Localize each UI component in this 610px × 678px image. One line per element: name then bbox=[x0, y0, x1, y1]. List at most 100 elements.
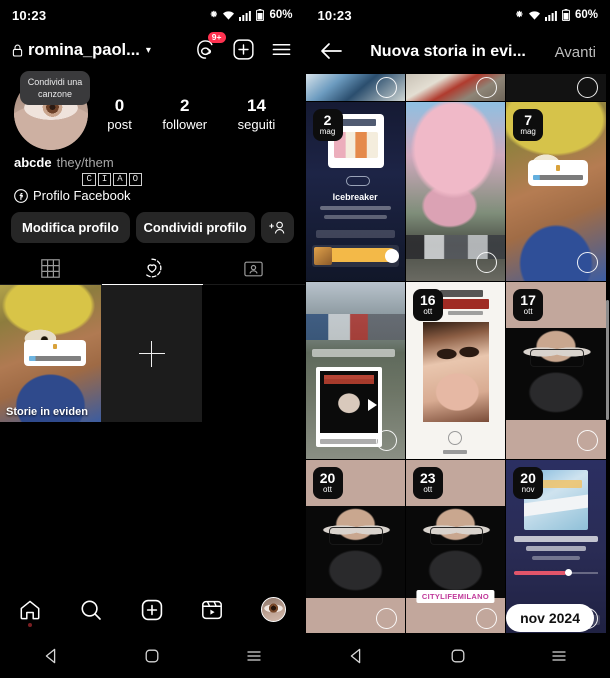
threads-icon[interactable]: 9+ bbox=[195, 32, 226, 61]
select-circle[interactable] bbox=[476, 77, 498, 98]
sysnav-back-icon[interactable] bbox=[347, 647, 365, 665]
sidebar-item-grid-tab[interactable] bbox=[0, 252, 102, 284]
stat-followers[interactable]: 2 follower bbox=[162, 96, 207, 133]
select-circle[interactable] bbox=[375, 608, 397, 629]
status-bar-left: 10:23 ⁕ 60% bbox=[0, 0, 305, 30]
nav-reels-icon[interactable] bbox=[200, 598, 224, 622]
sysnav-recents-icon[interactable] bbox=[245, 647, 263, 665]
bio-ciao-letters: C I A O bbox=[14, 173, 291, 186]
story-date-badge: 23 ott bbox=[412, 467, 443, 499]
profile-tabs bbox=[0, 252, 305, 285]
dual-screenshot: 10:23 ⁕ 60% romina_paol... ▾ 9+ Condivid… bbox=[0, 0, 610, 678]
threads-badge: 9+ bbox=[207, 32, 226, 43]
avatar-container[interactable]: Condividi una canzone bbox=[14, 71, 92, 150]
story-tile[interactable] bbox=[405, 102, 507, 282]
stat-label: follower bbox=[162, 117, 208, 132]
facebook-label: Profilo Facebook bbox=[33, 188, 131, 203]
select-circle[interactable] bbox=[375, 430, 397, 451]
story-tile[interactable]: 20 ott bbox=[305, 460, 406, 638]
sysnav-home-icon[interactable] bbox=[449, 647, 467, 665]
ciao-letter: A bbox=[113, 173, 127, 186]
cellular-signal-icon bbox=[544, 10, 558, 21]
android-system-nav-right bbox=[305, 633, 610, 678]
battery-percent: 60% bbox=[269, 9, 293, 21]
lock-icon bbox=[12, 44, 23, 57]
status-icons: ⁕ 60% bbox=[515, 9, 598, 21]
story-date-badge: 7 mag bbox=[513, 109, 544, 141]
story-tile[interactable]: 16 ott bbox=[405, 282, 507, 460]
sysnav-home-icon[interactable] bbox=[143, 647, 161, 665]
badge-month: ott bbox=[523, 307, 533, 316]
stat-posts[interactable]: 0 post bbox=[107, 96, 132, 133]
profile-summary: Condividi una canzone 0 post 2 follower … bbox=[0, 70, 305, 150]
select-circle[interactable] bbox=[476, 252, 498, 273]
sysnav-back-icon[interactable] bbox=[42, 647, 60, 665]
story-tile[interactable]: Icebreaker 2 mag bbox=[305, 102, 406, 282]
status-time: 10:23 bbox=[12, 7, 47, 23]
story-date-badge: 20 nov bbox=[513, 467, 544, 499]
add-person-button[interactable] bbox=[260, 212, 294, 243]
battery-percent: 60% bbox=[574, 9, 598, 21]
header-actions: 9+ bbox=[195, 32, 293, 61]
badge-month: ott bbox=[323, 485, 332, 494]
story-tile[interactable] bbox=[305, 282, 406, 460]
select-circle[interactable] bbox=[476, 608, 498, 629]
select-circle[interactable] bbox=[375, 77, 397, 98]
nav-profile-avatar[interactable] bbox=[261, 597, 287, 622]
back-arrow-icon[interactable] bbox=[320, 42, 342, 62]
chevron-down-icon: ▾ bbox=[145, 44, 151, 56]
story-tile[interactable] bbox=[305, 74, 406, 102]
grid-scrollbar[interactable] bbox=[606, 300, 609, 420]
avatar bbox=[261, 597, 287, 622]
profile-stats: 0 post 2 follower 14 seguiti bbox=[92, 76, 291, 133]
ciao-letter: O bbox=[128, 173, 143, 186]
sidebar-item-tagged-tab[interactable] bbox=[203, 252, 305, 284]
android-system-nav-left bbox=[0, 633, 305, 678]
sidebar-item-highlights-tab[interactable] bbox=[101, 252, 204, 285]
status-time: 10:23 bbox=[317, 7, 352, 23]
menu-hamburger-icon[interactable] bbox=[271, 39, 293, 61]
nav-home-icon[interactable] bbox=[18, 598, 42, 627]
username-label: romina_paol... bbox=[28, 40, 140, 59]
story-tile[interactable]: 17 ott bbox=[506, 282, 607, 460]
plus-icon bbox=[138, 340, 165, 367]
story-tile[interactable] bbox=[405, 74, 507, 102]
new-post-icon[interactable] bbox=[232, 39, 255, 61]
story-tile[interactable]: CITYLIFEMILANO 23 ott bbox=[405, 460, 507, 638]
left-panel-instagram-profile: 10:23 ⁕ 60% romina_paol... ▾ 9+ Condivid… bbox=[0, 0, 305, 678]
story-date-badge: 16 ott bbox=[412, 289, 443, 321]
nav-create-icon[interactable] bbox=[140, 598, 164, 622]
ciao-letter: I bbox=[97, 173, 112, 186]
badge-day: 23 bbox=[420, 470, 436, 486]
stat-following[interactable]: 14 seguiti bbox=[238, 96, 276, 133]
username-dropdown[interactable]: romina_paol... ▾ bbox=[12, 41, 195, 60]
stat-value: 0 bbox=[114, 96, 125, 115]
bluetooth-icon: ⁕ bbox=[514, 8, 524, 21]
add-highlight-cell[interactable] bbox=[101, 285, 202, 422]
share-song-tooltip[interactable]: Condividi una canzone bbox=[20, 71, 90, 105]
edit-profile-button[interactable]: Modifica profilo bbox=[11, 212, 130, 243]
share-profile-button[interactable]: Condividi profilo bbox=[135, 212, 255, 243]
add-person-icon bbox=[268, 220, 286, 235]
page-title: Nuova storia in evi... bbox=[370, 43, 526, 60]
highlight-label: Storie in eviden bbox=[6, 406, 88, 418]
status-bar-right: 10:23 ⁕ 60% bbox=[306, 0, 610, 30]
nav-search-icon[interactable] bbox=[79, 598, 103, 622]
story-tile[interactable]: 7 mag bbox=[506, 102, 607, 282]
facebook-profile-link[interactable]: Profilo Facebook bbox=[14, 188, 291, 203]
cellular-signal-icon bbox=[239, 10, 252, 21]
sysnav-recents-icon[interactable] bbox=[550, 647, 568, 665]
facebook-icon bbox=[14, 188, 28, 203]
stat-value: 14 bbox=[246, 96, 266, 115]
story-tile[interactable] bbox=[506, 74, 607, 102]
highlight-cell[interactable]: Storie in eviden bbox=[0, 285, 101, 422]
story-date-badge: 17 ott bbox=[513, 289, 544, 321]
battery-icon bbox=[561, 9, 570, 21]
profile-action-buttons: Modifica profilo Condividi profilo bbox=[0, 203, 305, 243]
status-icons: ⁕ 60% bbox=[209, 9, 293, 21]
next-button[interactable]: Avanti bbox=[555, 44, 596, 61]
date-indicator-pill: nov 2024 bbox=[506, 604, 594, 632]
badge-month: ott bbox=[423, 485, 433, 494]
nav-home-indicator bbox=[28, 622, 33, 627]
badge-month: ott bbox=[423, 307, 433, 316]
